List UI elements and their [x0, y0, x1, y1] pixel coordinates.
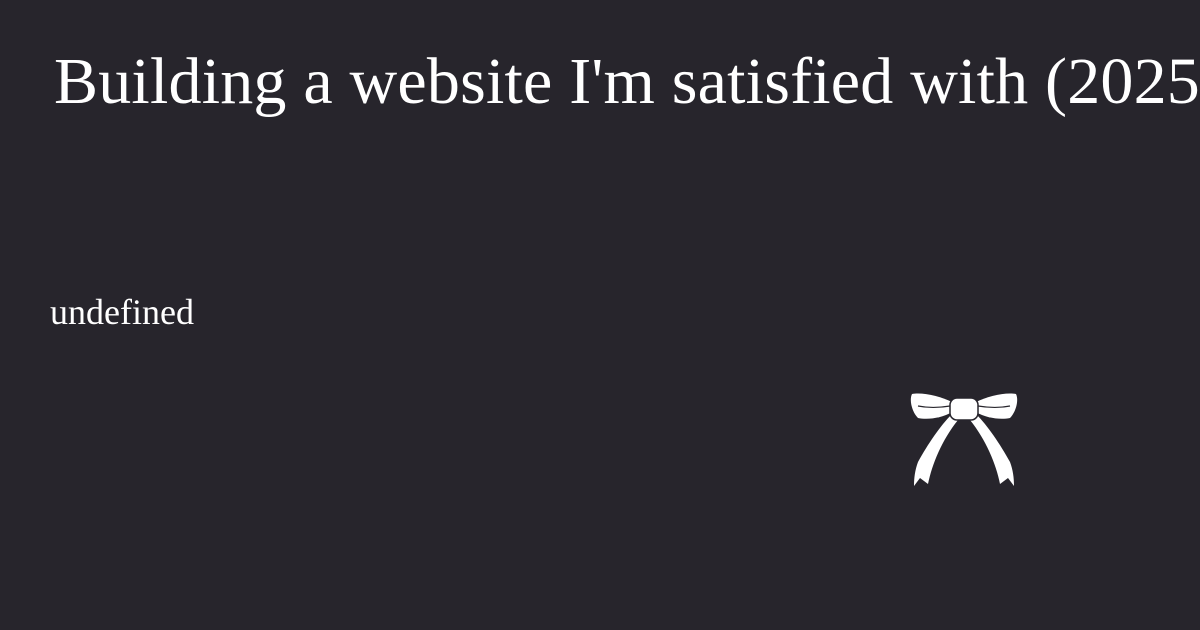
og-card: Building a website I'm satisfied with (2… — [0, 0, 1200, 630]
page-title: Building a website I'm satisfied with (2… — [54, 45, 1200, 118]
page-subtitle: undefined — [50, 292, 194, 332]
ribbon-bow-icon — [910, 393, 1018, 486]
